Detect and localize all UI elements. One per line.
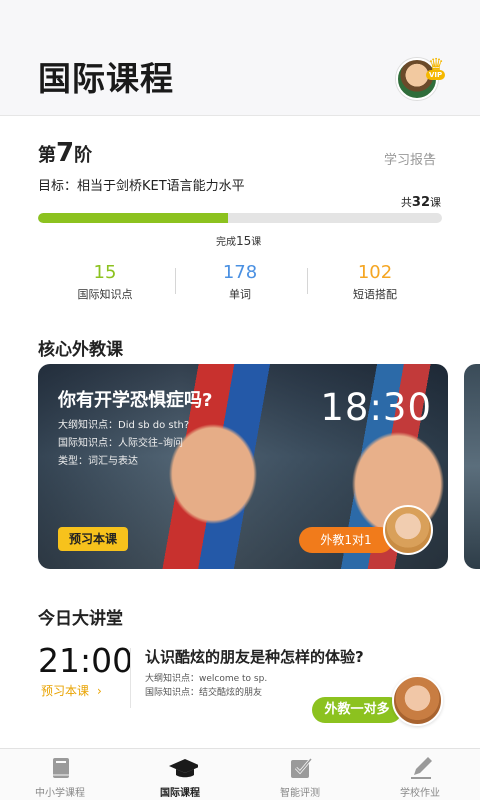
pencil-icon	[411, 757, 432, 779]
group-class-button[interactable]: 外教一对多	[312, 697, 402, 723]
completed-lessons: 完成15课	[216, 233, 261, 248]
graduation-cap-icon	[169, 759, 198, 778]
stat-value: 178	[222, 262, 258, 283]
done-suffix: 课	[251, 237, 262, 248]
tab-label: 国际课程	[160, 788, 200, 799]
lecture-title[interactable]: 认识酷炫的朋友是种怎样的体验?	[145, 646, 364, 667]
stage-label: 第7阶	[38, 138, 92, 168]
next-lesson-card[interactable]	[464, 364, 480, 569]
total-number: 32	[411, 195, 430, 210]
stat-phrases[interactable]: 102 短语搭配	[308, 262, 442, 302]
checkbox-icon	[291, 758, 313, 778]
chevron-right-icon: ›	[97, 684, 102, 698]
tutor-avatar	[383, 505, 433, 555]
stat-value: 102	[357, 262, 393, 283]
lecturer-avatar	[392, 675, 443, 726]
stat-value: 15	[93, 262, 117, 283]
stat-label: 短语搭配	[353, 288, 397, 301]
lesson-type: 类型：词汇与表达	[58, 456, 138, 467]
tab-label: 中小学课程	[35, 788, 85, 799]
lecture-international-point: 国际知识点：结交酷炫的朋友	[145, 688, 263, 698]
vip-badge: VIP	[426, 70, 446, 80]
stage-prefix: 第	[38, 145, 56, 166]
progress-fill	[38, 213, 228, 223]
chevron-right-icon[interactable]: ›	[428, 148, 434, 164]
progress-bar	[38, 213, 442, 223]
page-title: 国际课程	[38, 59, 174, 98]
lecture-time: 21:00	[38, 641, 134, 680]
stat-knowledge-points[interactable]: 15 国际知识点	[38, 262, 172, 302]
lesson-title: 你有开学恐惧症吗?	[58, 390, 213, 411]
stage-number: 7	[56, 138, 75, 168]
tab-international-courses[interactable]: 国际课程	[120, 749, 240, 801]
lecture-preview-label: 预习本课	[41, 684, 90, 698]
tab-k12-courses[interactable]: 中小学课程	[0, 749, 120, 801]
tab-school-homework[interactable]: 学校作业	[360, 749, 480, 801]
done-number: 15	[236, 234, 252, 248]
stat-label: 单词	[229, 288, 251, 301]
done-prefix: 完成	[216, 237, 236, 248]
section-title-core: 核心外教课	[38, 340, 123, 360]
stats-row: 15 国际知识点 178 单词 102 短语搭配	[38, 262, 442, 302]
lesson-outline-point: 大纲知识点：Did sb do sth?	[58, 420, 190, 431]
lesson-international-point: 国际知识点：人际交往–询问	[58, 438, 183, 449]
lecture-divider	[130, 648, 131, 708]
stat-words[interactable]: 178 单词	[173, 262, 307, 302]
tab-bar: 中小学课程 国际课程 智能评测 学校作业	[0, 748, 480, 800]
lesson-time: 18:30	[320, 386, 432, 429]
total-lessons: 共32课	[401, 194, 441, 210]
stat-label: 国际知识点	[77, 288, 133, 301]
lesson-card[interactable]: 你有开学恐惧症吗? 大纲知识点：Did sb do sth? 国际知识点：人际交…	[38, 364, 448, 569]
total-prefix: 共	[400, 196, 412, 209]
lecture-preview-link[interactable]: 预习本课 ›	[41, 682, 102, 699]
book-icon	[53, 758, 69, 778]
total-suffix: 课	[430, 196, 441, 209]
goal-text: 目标：相当于剑桥KET语言能力水平	[38, 179, 245, 194]
section-title-lecture: 今日大讲堂	[38, 609, 123, 629]
tab-smart-assessment[interactable]: 智能评测	[240, 749, 360, 801]
tab-label: 学校作业	[400, 788, 440, 799]
stage-suffix: 阶	[74, 145, 93, 166]
one-on-one-button[interactable]: 外教1对1	[299, 527, 393, 553]
tab-label: 智能评测	[280, 788, 320, 799]
preview-lesson-button[interactable]: 预习本课	[58, 527, 128, 551]
header: 国际课程 ♛ VIP	[0, 0, 480, 116]
lecture-outline-point: 大纲知识点：welcome to sp.	[145, 674, 268, 684]
